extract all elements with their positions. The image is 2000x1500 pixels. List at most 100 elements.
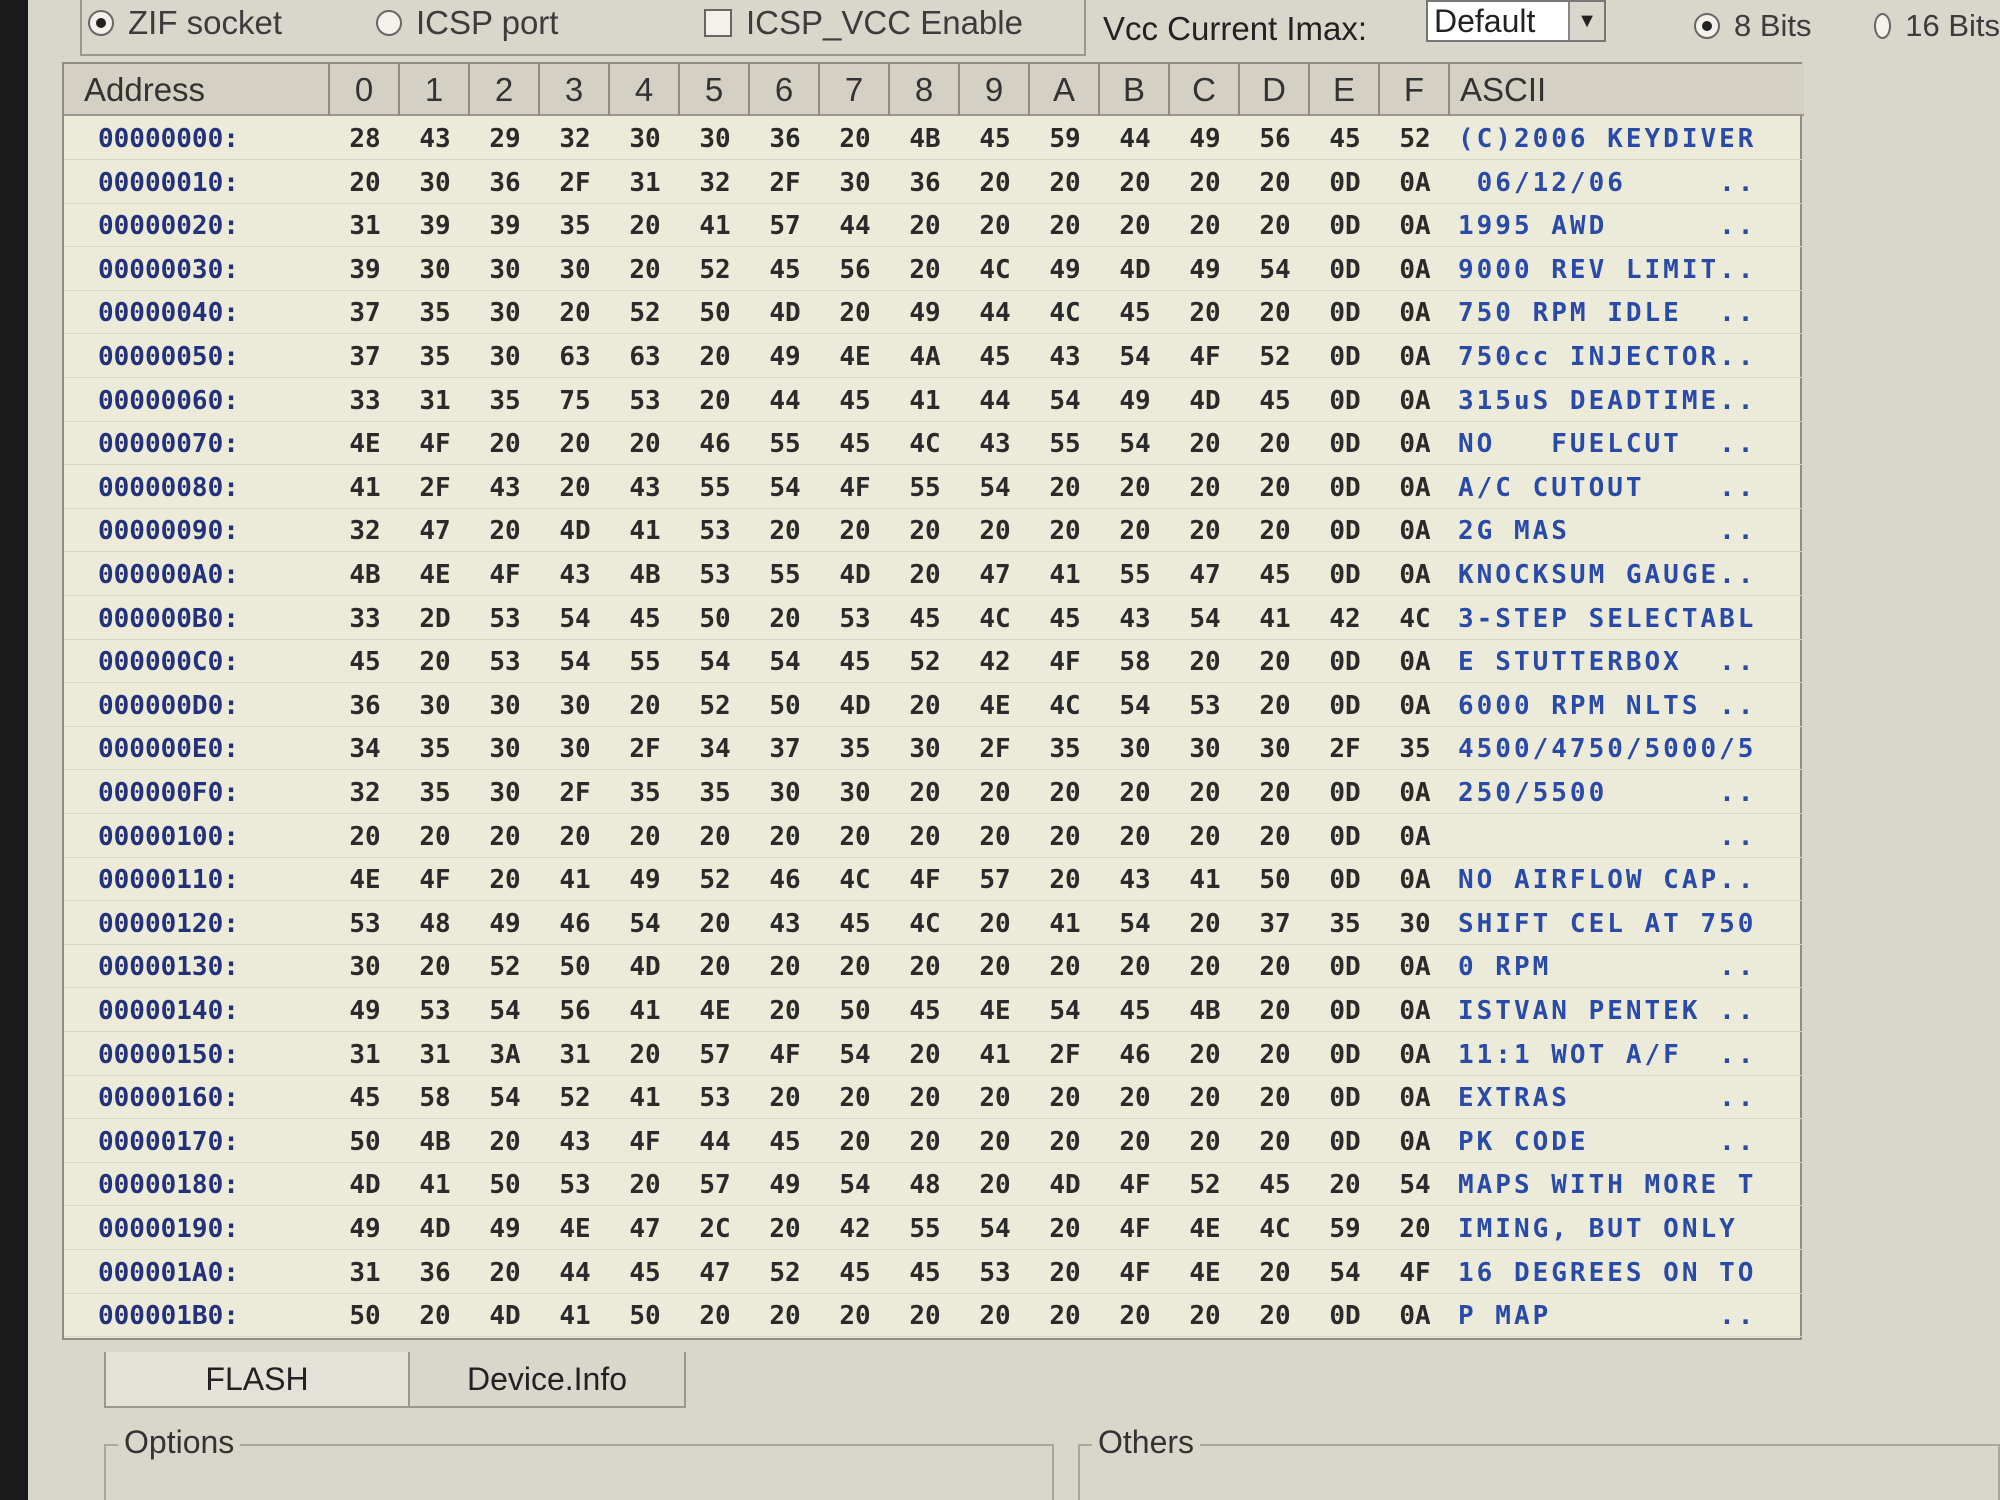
hex-byte-cell[interactable]: 54 [1310,1252,1380,1294]
hex-byte-cell[interactable]: 20 [1240,816,1310,858]
hex-byte-cell[interactable]: 56 [820,249,890,291]
hex-byte-cell[interactable]: 4F [470,554,540,596]
hex-byte-cell[interactable]: 54 [1380,1164,1450,1206]
hex-byte-cell[interactable]: 0D [1310,554,1380,596]
hex-byte-cell[interactable]: 46 [750,859,820,901]
chevron-down-icon[interactable]: ▼ [1568,2,1604,40]
hex-byte-cell[interactable]: 0A [1380,249,1450,291]
ascii-text-cell[interactable]: 06/12/06 .. [1450,162,1804,204]
hex-byte-cell[interactable]: 58 [1100,641,1170,683]
hex-byte-cell[interactable]: 4D [330,1164,400,1206]
hex-byte-cell[interactable]: 4E [1170,1208,1240,1250]
hex-byte-cell[interactable]: 52 [750,1252,820,1294]
hex-byte-cell[interactable]: 35 [680,772,750,814]
hex-byte-cell[interactable]: 50 [330,1295,400,1337]
hex-byte-cell[interactable]: 34 [330,728,400,770]
hex-byte-cell[interactable]: 54 [680,641,750,683]
hex-byte-cell[interactable]: 20 [1030,510,1100,552]
hex-byte-cell[interactable]: 30 [400,249,470,291]
hex-byte-cell[interactable]: 20 [610,1034,680,1076]
hex-byte-cell[interactable]: 41 [1030,903,1100,945]
hex-byte-cell[interactable]: 45 [890,598,960,640]
hex-byte-cell[interactable]: 20 [820,510,890,552]
hex-byte-cell[interactable]: 20 [1170,816,1240,858]
hex-byte-cell[interactable]: 54 [1100,903,1170,945]
hex-byte-cell[interactable]: 20 [470,1252,540,1294]
ascii-text-cell[interactable]: E STUTTERBOX .. [1450,641,1804,683]
hex-byte-cell[interactable]: 54 [540,598,610,640]
hex-byte-cell[interactable]: 20 [680,946,750,988]
ascii-text-cell[interactable]: 315uS DEADTIME.. [1450,380,1804,422]
hex-byte-cell[interactable]: 47 [680,1252,750,1294]
hex-byte-cell[interactable]: 20 [400,1295,470,1337]
ascii-text-cell[interactable]: 4500/4750/5000/5 [1450,728,1804,770]
hex-byte-cell[interactable]: 30 [750,772,820,814]
hex-byte-cell[interactable]: 20 [960,510,1030,552]
hex-byte-cell[interactable]: 4C [1030,292,1100,334]
hex-byte-cell[interactable]: 20 [610,423,680,465]
hex-byte-cell[interactable]: 53 [820,598,890,640]
hex-byte-cell[interactable]: 30 [540,249,610,291]
hex-byte-cell[interactable]: 49 [890,292,960,334]
hex-byte-cell[interactable]: 49 [330,1208,400,1250]
hex-byte-cell[interactable]: 55 [890,1208,960,1250]
hex-byte-cell[interactable]: 20 [1240,467,1310,509]
hex-byte-cell[interactable]: 0A [1380,1121,1450,1163]
ascii-text-cell[interactable]: 6000 RPM NLTS .. [1450,685,1804,727]
hex-byte-cell[interactable]: 0D [1310,1034,1380,1076]
hex-byte-cell[interactable]: 0D [1310,510,1380,552]
hex-byte-cell[interactable]: 45 [750,1121,820,1163]
hex-byte-cell[interactable]: 20 [750,598,820,640]
hex-byte-cell[interactable]: 4B [330,554,400,596]
hex-byte-cell[interactable]: 45 [610,598,680,640]
hex-byte-cell[interactable]: 20 [1100,467,1170,509]
hex-byte-cell[interactable]: 4C [960,249,1030,291]
hex-byte-cell[interactable]: 20 [890,1295,960,1337]
hex-byte-cell[interactable]: 20 [680,816,750,858]
ascii-text-cell[interactable]: 250/5500 .. [1450,772,1804,814]
hex-byte-cell[interactable]: 30 [1240,728,1310,770]
hex-byte-cell[interactable]: 20 [1240,1121,1310,1163]
hex-byte-cell[interactable]: 55 [610,641,680,683]
hex-byte-cell[interactable]: 49 [470,903,540,945]
hex-byte-cell[interactable]: 4F [1030,641,1100,683]
hex-byte-cell[interactable]: 0D [1310,816,1380,858]
hex-byte-cell[interactable]: 20 [680,336,750,378]
hex-byte-cell[interactable]: 20 [1170,641,1240,683]
hex-byte-cell[interactable]: 35 [400,728,470,770]
hex-byte-cell[interactable]: 20 [1380,1208,1450,1250]
hex-byte-cell[interactable]: 53 [680,1077,750,1119]
hex-byte-cell[interactable]: 0D [1310,1077,1380,1119]
hex-byte-cell[interactable]: 20 [1170,946,1240,988]
hex-byte-cell[interactable]: 32 [680,162,750,204]
hex-byte-cell[interactable]: 2F [610,728,680,770]
hex-byte-cell[interactable]: 4D [820,685,890,727]
hex-byte-cell[interactable]: 50 [1240,859,1310,901]
hex-byte-cell[interactable]: 20 [1170,423,1240,465]
ascii-text-cell[interactable]: 750cc INJECTOR.. [1450,336,1804,378]
hex-byte-cell[interactable]: 0A [1380,772,1450,814]
hex-byte-cell[interactable]: 20 [1030,1295,1100,1337]
hex-byte-cell[interactable]: 36 [400,1252,470,1294]
hex-byte-cell[interactable]: 20 [1240,1295,1310,1337]
hex-byte-cell[interactable]: 0A [1380,162,1450,204]
hex-byte-cell[interactable]: 4F [1100,1208,1170,1250]
hex-byte-cell[interactable]: 36 [890,162,960,204]
hex-byte-cell[interactable]: 39 [470,205,540,247]
hex-byte-cell[interactable]: 20 [960,1077,1030,1119]
hex-byte-cell[interactable]: 0A [1380,554,1450,596]
hex-byte-cell[interactable]: 35 [470,380,540,422]
hex-byte-cell[interactable]: 20 [890,685,960,727]
hex-byte-cell[interactable]: 32 [330,772,400,814]
ascii-text-cell[interactable]: IMING, BUT ONLY [1450,1208,1804,1250]
hex-byte-cell[interactable]: 20 [1100,946,1170,988]
hex-byte-cell[interactable]: 30 [540,685,610,727]
zif-socket-radio[interactable]: ZIF socket [88,4,282,42]
hex-byte-cell[interactable]: 4E [960,990,1030,1032]
hex-byte-cell[interactable]: 20 [890,816,960,858]
ascii-text-cell[interactable]: MAPS WITH MORE T [1450,1164,1804,1206]
hex-byte-cell[interactable]: 45 [1030,598,1100,640]
hex-byte-cell[interactable]: 42 [1310,598,1380,640]
hex-byte-cell[interactable]: 20 [750,816,820,858]
hex-byte-cell[interactable]: 53 [1170,685,1240,727]
